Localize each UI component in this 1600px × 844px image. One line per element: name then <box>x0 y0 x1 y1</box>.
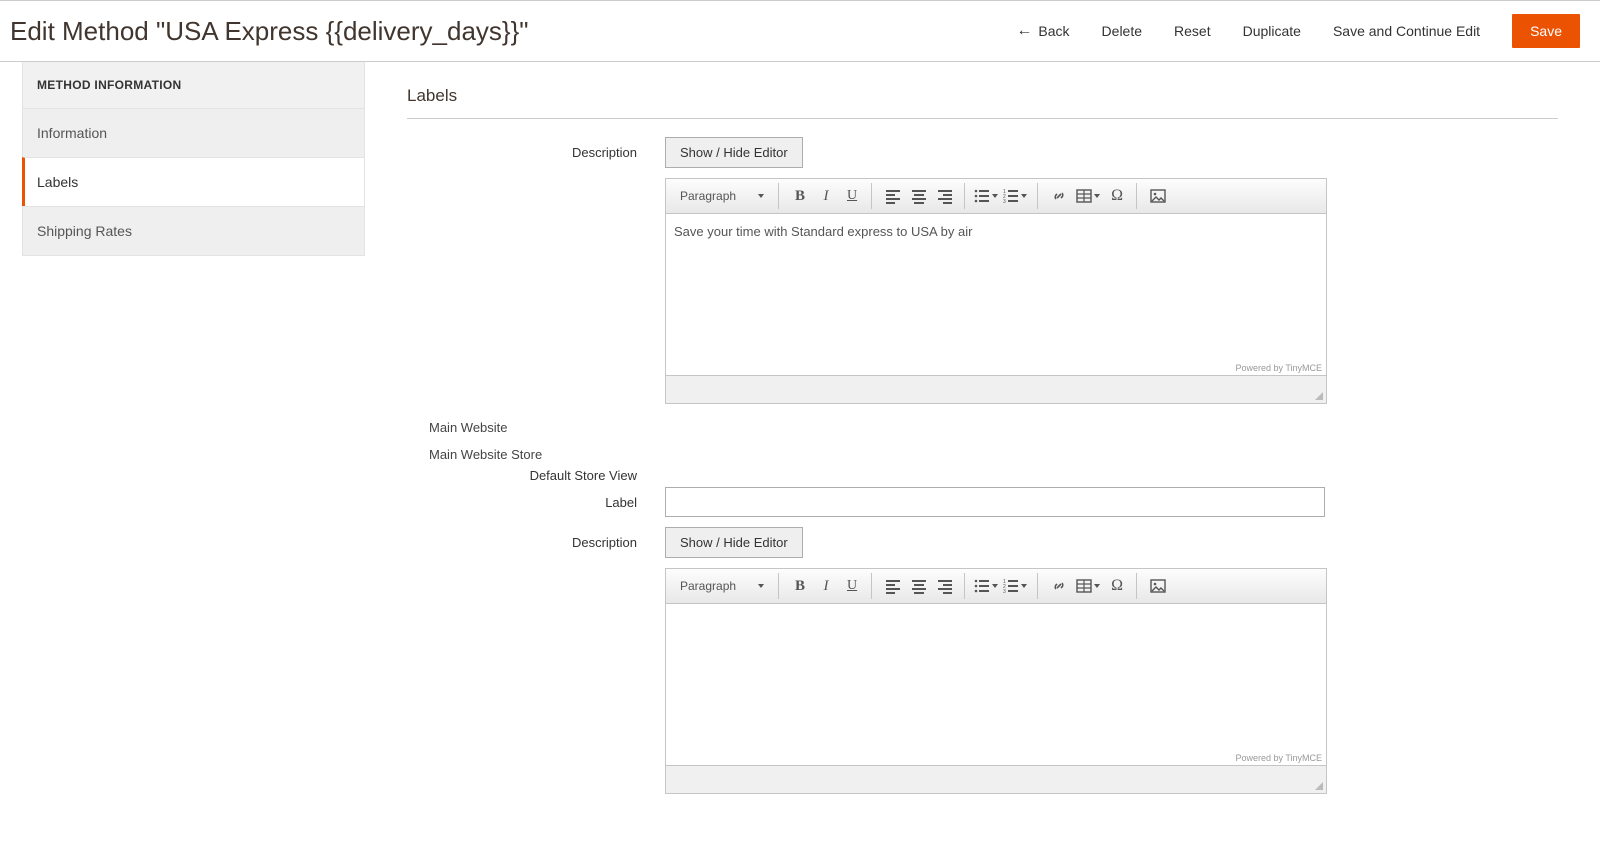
align-center-icon[interactable] <box>906 573 932 599</box>
resize-handle-icon[interactable] <box>1313 780 1325 792</box>
format-select-2[interactable]: Paragraph <box>672 576 772 596</box>
special-char-button[interactable]: Ω <box>1104 183 1130 209</box>
editor-text: Save your time with Standard express to … <box>674 224 972 239</box>
editor-content-area-2[interactable]: Powered by TinyMCE <box>665 604 1327 766</box>
svg-text:3: 3 <box>1003 199 1006 204</box>
scope-website: Main Website <box>429 414 1558 441</box>
svg-text:3: 3 <box>1003 589 1006 594</box>
chevron-down-icon <box>758 194 764 198</box>
table-button[interactable] <box>1072 573 1104 599</box>
sidebar-item-shipping-rates[interactable]: Shipping Rates <box>23 206 364 255</box>
sidebar: METHOD INFORMATION Information Labels Sh… <box>0 62 365 844</box>
row-description: Description Show / Hide Editor Paragraph… <box>407 137 1558 404</box>
numbered-list-button[interactable]: 123 <box>999 183 1031 209</box>
format-select-label-2: Paragraph <box>680 579 736 593</box>
bold-button[interactable]: B <box>787 573 813 599</box>
bullet-list-button[interactable] <box>973 573 999 599</box>
image-button[interactable] <box>1145 183 1171 209</box>
bullet-list-button[interactable] <box>973 183 999 209</box>
sidebar-item-information[interactable]: Information <box>23 108 364 157</box>
sidebar-panel: METHOD INFORMATION Information Labels Sh… <box>22 62 365 256</box>
row-description-storeview: Description Show / Hide Editor Paragraph… <box>407 527 1558 794</box>
chevron-down-icon <box>1094 584 1100 588</box>
align-left-icon[interactable] <box>880 183 906 209</box>
editor-statusbar-2 <box>665 766 1327 794</box>
editor-statusbar <box>665 376 1327 404</box>
align-center-icon[interactable] <box>906 183 932 209</box>
arrow-left-icon: ← <box>1016 22 1032 40</box>
align-left-icon[interactable] <box>880 573 906 599</box>
row-label: Label <box>407 487 1558 517</box>
bold-button[interactable]: B <box>787 183 813 209</box>
label-label: Label <box>407 487 665 517</box>
section-title: Labels <box>407 86 1558 119</box>
editor-toolbar-2: Paragraph B I U <box>665 568 1327 604</box>
rich-editor-1: Paragraph B I U <box>665 178 1327 404</box>
align-right-icon[interactable] <box>932 573 958 599</box>
link-button[interactable] <box>1046 183 1072 209</box>
chevron-down-icon <box>1021 194 1027 198</box>
sidebar-item-labels[interactable]: Labels <box>22 157 364 206</box>
scope-store: Main Website Store <box>429 441 1558 468</box>
format-select[interactable]: Paragraph <box>672 186 772 206</box>
chevron-down-icon <box>1021 584 1027 588</box>
save-button[interactable]: Save <box>1512 14 1580 48</box>
toggle-editor-button-2[interactable]: Show / Hide Editor <box>665 527 803 558</box>
tinymce-branding-2: Powered by TinyMCE <box>1235 753 1322 763</box>
underline-button[interactable]: U <box>839 573 865 599</box>
delete-button[interactable]: Delete <box>1102 23 1142 39</box>
special-char-button[interactable]: Ω <box>1104 573 1130 599</box>
link-button[interactable] <box>1046 573 1072 599</box>
scope-store-view: Default Store View <box>407 468 665 483</box>
label-description: Description <box>407 137 665 404</box>
editor-toolbar: Paragraph B I U <box>665 178 1327 214</box>
table-button[interactable] <box>1072 183 1104 209</box>
align-right-icon[interactable] <box>932 183 958 209</box>
underline-button[interactable]: U <box>839 183 865 209</box>
page-title: Edit Method "USA Express {{delivery_days… <box>10 16 529 47</box>
content: Labels Description Show / Hide Editor Pa… <box>365 62 1600 844</box>
toggle-editor-button[interactable]: Show / Hide Editor <box>665 137 803 168</box>
resize-handle-icon[interactable] <box>1313 390 1325 402</box>
reset-button[interactable]: Reset <box>1174 23 1211 39</box>
chevron-down-icon <box>992 584 998 588</box>
italic-button[interactable]: I <box>813 573 839 599</box>
tinymce-branding: Powered by TinyMCE <box>1235 363 1322 373</box>
chevron-down-icon <box>1094 194 1100 198</box>
chevron-down-icon <box>758 584 764 588</box>
image-button[interactable] <box>1145 573 1171 599</box>
back-label: Back <box>1038 23 1069 39</box>
save-continue-button[interactable]: Save and Continue Edit <box>1333 23 1480 39</box>
editor-content-area[interactable]: Save your time with Standard express to … <box>665 214 1327 376</box>
header-actions: ← Back Delete Reset Duplicate Save and C… <box>1016 14 1580 48</box>
label-description-2: Description <box>407 527 665 794</box>
rich-editor-2: Paragraph B I U <box>665 568 1327 794</box>
chevron-down-icon <box>992 194 998 198</box>
duplicate-button[interactable]: Duplicate <box>1243 23 1301 39</box>
label-input[interactable] <box>665 487 1325 517</box>
format-select-label: Paragraph <box>680 189 736 203</box>
page-header: Edit Method "USA Express {{delivery_days… <box>0 0 1600 62</box>
back-button[interactable]: ← Back <box>1016 22 1069 40</box>
sidebar-panel-header: METHOD INFORMATION <box>23 62 364 108</box>
numbered-list-button[interactable]: 123 <box>999 573 1031 599</box>
italic-button[interactable]: I <box>813 183 839 209</box>
